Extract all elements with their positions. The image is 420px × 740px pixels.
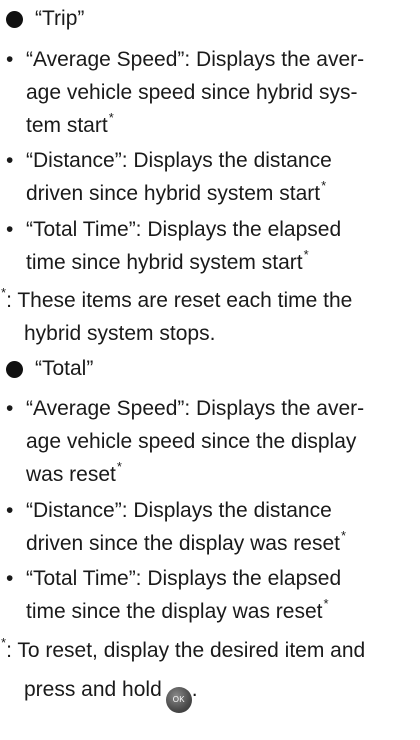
ok-button-label: OK [172,695,185,704]
list-item-total-average-speed: • “Average Speed”: Displays the aver- ag… [6,392,416,491]
item-line: “Distance”: Displays the distance [26,149,332,172]
footnote-mark: * [116,459,122,474]
note-text: : These items are reset each time the [6,289,353,312]
section-heading-total: “Total” [6,352,93,386]
footnote-mark: * [303,247,309,262]
item-line: “Average Speed”: Displays the aver- [26,48,365,71]
item-line-text: time since hybrid system start [26,251,303,274]
note-line: *: These items are reset each time the [0,284,420,317]
item-line-text: was reset [26,463,116,486]
footnote-mark: * [1,635,7,650]
item-line-text: driven since hybrid system start [26,182,321,205]
item-line-text: driven since the display was reset [26,532,340,555]
footnote-mark: * [341,528,347,543]
footnote-trip: *: These items are reset each time the h… [0,284,420,350]
section-heading-trip: “Trip” [6,2,84,36]
manual-page: “Trip” • “Average Speed”: Displays the a… [0,0,420,740]
list-item-total-distance: • “Distance”: Displays the distance driv… [6,494,416,560]
section-heading-text: “Trip” [35,7,85,30]
footnote-mark: * [108,110,114,125]
note-end-punct: . [191,678,198,701]
item-line-text: tem start [26,114,108,137]
bullet-icon: • [6,499,14,522]
note-line: *: To reset, display the desired item an… [0,634,420,667]
list-item-total-total-time: • “Total Time”: Displays the elapsed tim… [6,562,416,628]
item-line: was reset* [6,458,416,491]
item-line: tem start* [6,109,416,142]
note-text: : To reset, display the desired item and [6,639,366,662]
footnote-total: *: To reset, display the desired item an… [0,634,420,713]
list-item-trip-distance: • “Distance”: Displays the distance driv… [6,144,416,210]
footnote-mark: * [1,285,7,300]
item-line: driven since the display was reset* [6,527,416,560]
footnote-mark: * [321,178,327,193]
item-line: driven since hybrid system start* [6,177,416,210]
bullet-icon: • [6,567,14,590]
filled-circle-bullet-icon [6,360,23,378]
item-line: time since the display was reset* [6,595,416,628]
ok-button-icon: OK [165,687,192,713]
item-line-text: time since the display was reset [26,600,323,623]
item-line: “Total Time”: Displays the elapsed [26,218,342,241]
item-line: age vehicle speed since the display [26,430,357,453]
note-line: press and hold OK. [0,673,420,713]
bullet-icon: • [6,397,14,420]
bullet-icon: • [6,149,14,172]
item-line: “Total Time”: Displays the elapsed [26,567,342,590]
filled-circle-bullet-icon [6,10,23,28]
list-item-trip-average-speed: • “Average Speed”: Displays the aver- ag… [6,43,416,142]
note-text: press and hold [24,678,162,701]
item-line: “Distance”: Displays the distance [26,499,332,522]
bullet-icon: • [6,218,14,241]
footnote-mark: * [323,596,329,611]
item-line: time since hybrid system start* [6,246,416,279]
bullet-icon: • [6,48,14,71]
item-line: age vehicle speed since hybrid sys- [26,81,358,104]
item-line: “Average Speed”: Displays the aver- [26,397,365,420]
section-heading-text: “Total” [35,357,94,380]
list-item-trip-total-time: • “Total Time”: Displays the elapsed tim… [6,213,416,279]
note-line: hybrid system stops. [24,322,216,345]
